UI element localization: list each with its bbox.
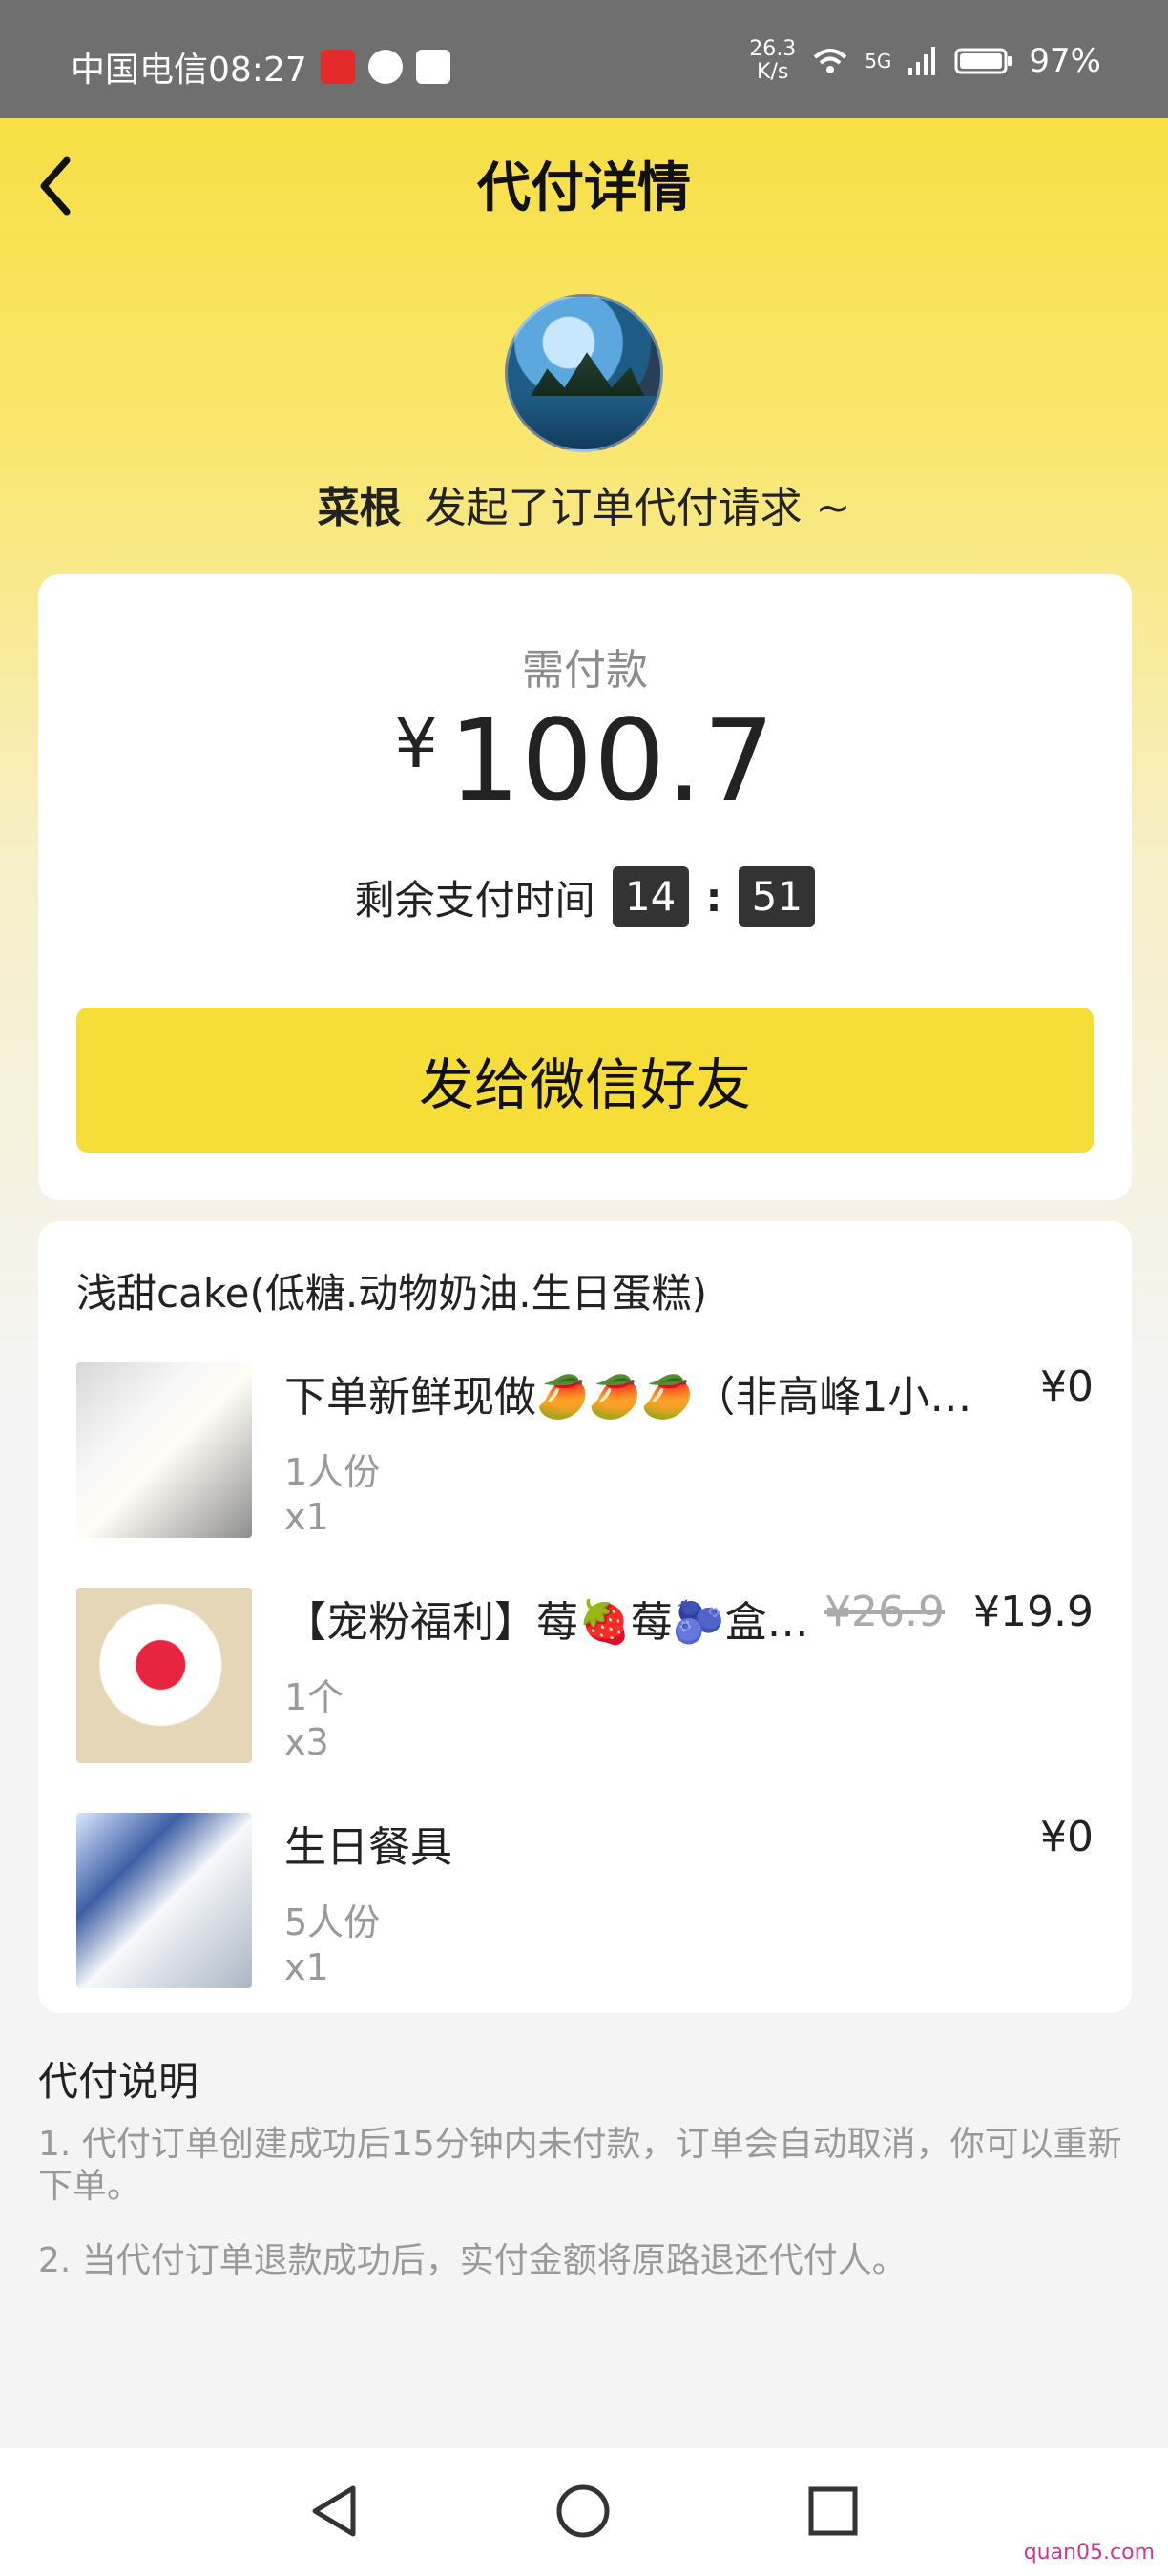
system-navigation-bar: quan05.com [0,2448,1168,2576]
original-price: ¥26.9 [824,1588,946,1636]
signal-icon [908,47,936,75]
product-price: ¥0 [1040,1813,1094,1861]
message-icon [367,50,403,84]
circle-home-icon [556,2484,610,2538]
product-price-group: ¥26.9 ¥19.9 [824,1588,1094,1636]
product-spec: 5人份 [284,1901,381,1943]
network-speed: 26.3 K/s [749,38,796,84]
order-item[interactable]: 【宠粉福利】莓🍓莓🫐盒… 1个 x3 ¥26.9 ¥19.9 [38,1588,1132,1767]
square-recent-icon [808,2486,858,2536]
payment-request-message: 菜根 发起了订单代付请求 ~ [0,473,1168,534]
product-spec: 1人份 [284,1451,381,1493]
pay-detail-page: 中国电信08:27 26.3 K/s 5G 97% 代付详情 菜根 发起了订单代… [0,0,1168,2576]
product-image [76,1362,252,1538]
payment-timer: 剩余支付时间 14 : 51 [38,866,1132,927]
chat-app-icon [415,50,450,84]
order-item[interactable]: 生日餐具 5人份 x1 ¥0 [38,1813,1132,1992]
currency-symbol: ¥ [394,703,438,783]
product-title: 下单新鲜现做🥭🥭🥭（非高峰1小… [284,1373,972,1422]
product-quantity: x1 [284,1496,329,1538]
payment-label: 需付款 [522,646,648,695]
order-card: 浅甜cake(低糖.动物奶油.生日蛋糕) 下单新鲜现做🥭🥭🥭（非高峰1小… 1人… [38,1221,1132,2013]
product-image [76,1588,252,1763]
status-right: 26.3 K/s 5G 97% [749,38,1101,84]
amount-value: 100.7 [448,695,776,826]
timer-separator: : [705,873,722,921]
payment-card: 需付款 ¥ 100.7 剩余支付时间 14 : 51 发给微信好友 [38,574,1132,1200]
notification-app-icon [320,50,355,84]
product-quantity: x1 [284,1946,329,1988]
status-bar: 中国电信08:27 26.3 K/s 5G 97% [0,0,1168,118]
battery-icon [954,48,1012,74]
battery-level: 97% [1029,42,1101,80]
system-recent-button[interactable] [752,2448,914,2576]
payment-note: 1. 代付订单创建成功后15分钟内未付款，订单会自动取消，你可以重新下单。 [38,2125,1122,2206]
triangle-back-icon [312,2485,356,2537]
send-to-wechat-friend-button[interactable]: 发给微信好友 [76,1008,1094,1153]
avatar-water-shape [508,396,660,449]
system-back-button[interactable] [254,2448,416,2576]
payment-amount: ¥ 100.7 [38,695,1132,826]
wifi-icon [813,49,847,73]
product-image [76,1813,252,1988]
payment-notes-title: 代付说明 [38,2058,199,2105]
product-price: ¥19.9 [973,1588,1094,1636]
order-item[interactable]: 下单新鲜现做🥭🥭🥭（非高峰1小… 1人份 x1 ¥0 [38,1362,1132,1542]
requester-name: 菜根 [317,484,402,532]
timer-minutes: 14 [612,866,689,927]
system-home-button[interactable] [502,2448,664,2576]
page-title: 代付详情 [477,157,691,219]
shop-name[interactable]: 浅甜cake(低糖.动物奶油.生日蛋糕) [76,1261,1088,1319]
request-text: 发起了订单代付请求 ~ [424,484,851,532]
status-left: 中国电信08:27 [71,42,450,92]
speed-value: 26.3 [749,37,797,61]
speed-unit: K/s [757,60,789,84]
payment-note: 2. 当代付订单退款成功后，实付金额将原路退还代付人。 [38,2241,907,2280]
product-quantity: x3 [284,1721,329,1763]
timer-label: 剩余支付时间 [354,876,595,924]
product-title: 生日餐具 [284,1823,452,1872]
product-spec: 1个 [284,1676,344,1718]
timer-seconds: 51 [739,866,816,927]
network-type: 5G [865,50,892,73]
watermark-text: quan05.com [1023,2541,1155,2565]
product-price: ¥0 [1040,1362,1094,1411]
carrier-time: 中国电信08:27 [71,51,307,90]
avatar [505,294,663,452]
